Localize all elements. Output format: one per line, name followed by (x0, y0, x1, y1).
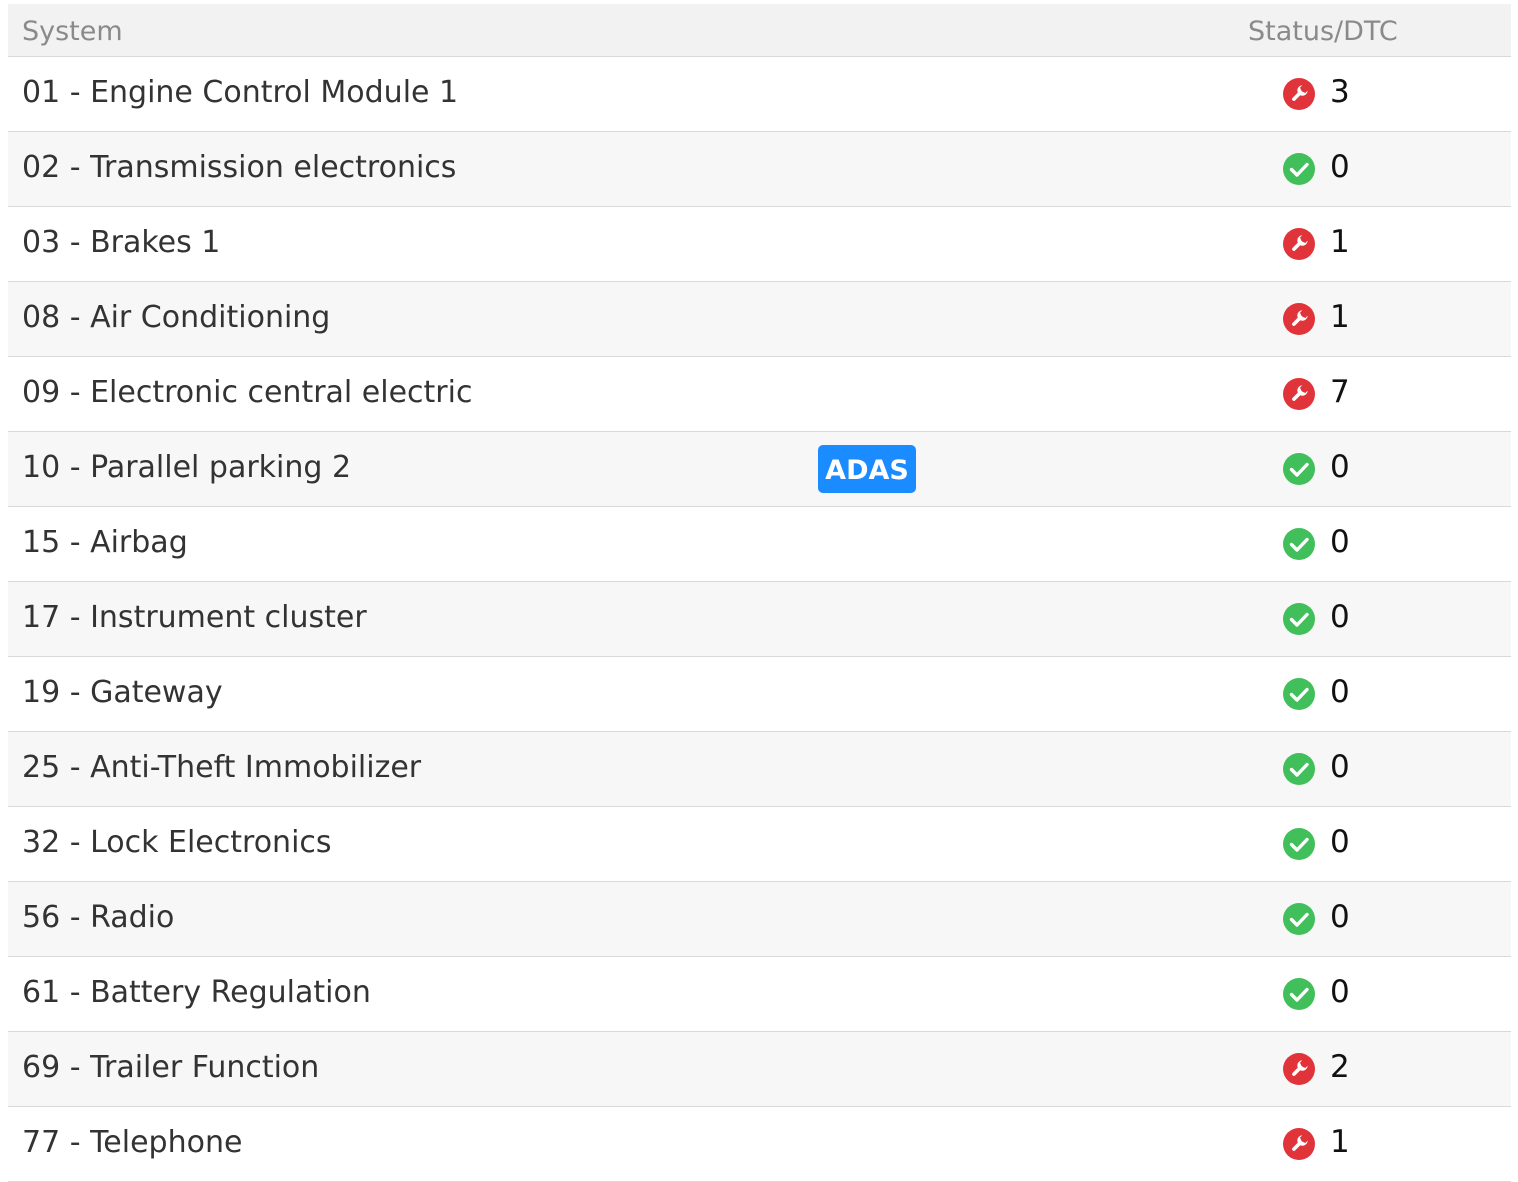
table-header: System Status/DTC (8, 4, 1511, 57)
system-name: 08 - Air Conditioning (22, 300, 331, 335)
system-name: 77 - Telephone (22, 1125, 243, 1160)
dtc-count: 0 (1330, 524, 1350, 560)
system-name: 09 - Electronic central electric (22, 375, 473, 410)
header-system: System (22, 16, 123, 47)
system-name: 69 - Trailer Function (22, 1050, 320, 1085)
system-name: 25 - Anti-Theft Immobilizer (22, 750, 422, 785)
dtc-count: 0 (1330, 599, 1350, 635)
table-row[interactable]: 56 - Radio 0 (8, 882, 1511, 957)
table-row[interactable]: 09 - Electronic central electric 7 (8, 357, 1511, 432)
check-circle-icon (1282, 527, 1316, 561)
wrench-error-icon (1282, 227, 1316, 261)
system-name: 01 - Engine Control Module 1 (22, 75, 459, 110)
table-row[interactable]: 25 - Anti-Theft Immobilizer 0 (8, 732, 1511, 807)
wrench-error-icon (1282, 1127, 1316, 1161)
system-name: 17 - Instrument cluster (22, 600, 367, 635)
table-row[interactable]: 03 - Brakes 1 1 (8, 207, 1511, 282)
wrench-error-icon (1282, 302, 1316, 336)
check-circle-icon (1282, 977, 1316, 1011)
check-circle-icon (1282, 902, 1316, 936)
wrench-error-icon (1282, 377, 1316, 411)
dtc-count: 1 (1330, 224, 1350, 260)
check-circle-icon (1282, 827, 1316, 861)
table-row[interactable]: 19 - Gateway 0 (8, 657, 1511, 732)
dtc-count: 0 (1330, 449, 1350, 485)
dtc-count: 7 (1330, 374, 1350, 410)
table-row[interactable]: 69 - Trailer Function 2 (8, 1032, 1511, 1107)
dtc-count: 0 (1330, 974, 1350, 1010)
check-circle-icon (1282, 677, 1316, 711)
table-row[interactable]: 61 - Battery Regulation 0 (8, 957, 1511, 1032)
dtc-count: 0 (1330, 749, 1350, 785)
dtc-count: 1 (1330, 299, 1350, 335)
system-name: 03 - Brakes 1 (22, 225, 221, 260)
system-name: 32 - Lock Electronics (22, 825, 332, 860)
table-row[interactable]: 10 - Parallel parking 2 ADAS 0 (8, 432, 1511, 507)
dtc-count: 0 (1330, 824, 1350, 860)
table-body: 01 - Engine Control Module 1 3 02 - Tran… (8, 57, 1511, 1182)
table-row[interactable]: 02 - Transmission electronics 0 (8, 132, 1511, 207)
check-circle-icon (1282, 752, 1316, 786)
system-name: 10 - Parallel parking 2 (22, 450, 352, 485)
system-name: 15 - Airbag (22, 525, 188, 560)
check-circle-icon (1282, 152, 1316, 186)
header-status-dtc: Status/DTC (1248, 16, 1398, 47)
system-status-table: System Status/DTC 01 - Engine Control Mo… (8, 4, 1511, 1182)
table-row[interactable]: 15 - Airbag 0 (8, 507, 1511, 582)
check-circle-icon (1282, 602, 1316, 636)
system-name: 56 - Radio (22, 900, 175, 935)
system-name: 02 - Transmission electronics (22, 150, 457, 185)
wrench-error-icon (1282, 77, 1316, 111)
dtc-count: 2 (1330, 1049, 1350, 1085)
table-row[interactable]: 01 - Engine Control Module 1 3 (8, 57, 1511, 132)
dtc-count: 1 (1330, 1124, 1350, 1160)
dtc-count: 0 (1330, 149, 1350, 185)
check-circle-icon (1282, 452, 1316, 486)
system-name: 19 - Gateway (22, 675, 223, 710)
adas-badge-label: ADAS (825, 455, 909, 486)
table-row[interactable]: 08 - Air Conditioning 1 (8, 282, 1511, 357)
wrench-error-icon (1282, 1052, 1316, 1086)
dtc-count: 0 (1330, 899, 1350, 935)
table-row[interactable]: 32 - Lock Electronics 0 (8, 807, 1511, 882)
table-row[interactable]: 17 - Instrument cluster 0 (8, 582, 1511, 657)
dtc-count: 0 (1330, 674, 1350, 710)
system-name: 61 - Battery Regulation (22, 975, 371, 1010)
adas-badge: ADAS (818, 445, 916, 493)
dtc-count: 3 (1330, 74, 1350, 110)
